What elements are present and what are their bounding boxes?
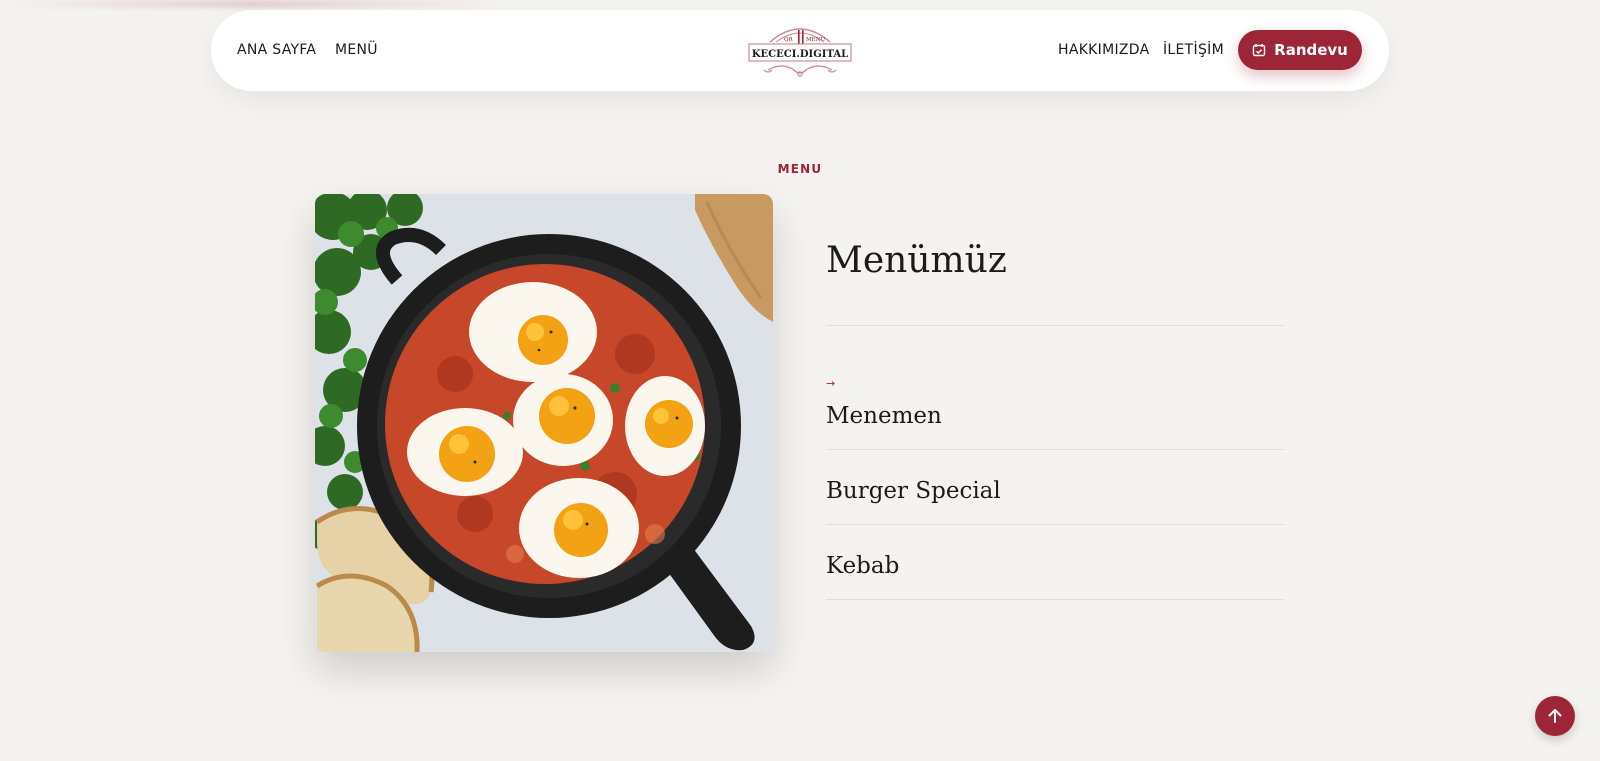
section-title: Menümüz bbox=[826, 240, 1007, 281]
appointment-button-label: Randevu bbox=[1274, 41, 1348, 59]
logo-menu-text: MENU bbox=[806, 37, 825, 43]
logo-graphic: QR MENU KECECI.DIGITAL bbox=[748, 28, 852, 77]
section-eyebrow: MENU bbox=[777, 162, 823, 176]
navbar: ANA SAYFA MENÜ QR MENU KECECI.DIGITAL HA… bbox=[211, 10, 1389, 91]
menu-item-label: Kebab bbox=[826, 553, 900, 579]
nav-link-menu[interactable]: MENÜ bbox=[335, 42, 378, 58]
menu-item-burger-special[interactable]: Burger Special bbox=[826, 449, 1285, 525]
menu-item-kebab[interactable]: Kebab bbox=[826, 524, 1285, 600]
menu-item-menemen[interactable]: Menemen bbox=[826, 374, 1285, 450]
appointment-button[interactable]: Randevu bbox=[1238, 30, 1362, 70]
top-decoration bbox=[0, 0, 500, 8]
nav-link-contact[interactable]: İLETİŞİM bbox=[1163, 42, 1224, 58]
menu-item-label: Menemen bbox=[826, 403, 942, 429]
arrow-up-icon bbox=[1548, 709, 1562, 723]
title-divider bbox=[826, 325, 1285, 326]
menemen-photo bbox=[315, 194, 773, 652]
logo-qr-text: QR bbox=[784, 37, 794, 43]
brand-logo[interactable]: QR MENU KECECI.DIGITAL bbox=[748, 20, 852, 82]
logo-name-text: KECECI.DIGITAL bbox=[752, 49, 848, 60]
menu-item-label: Burger Special bbox=[826, 478, 1001, 504]
nav-link-home[interactable]: ANA SAYFA bbox=[237, 42, 316, 58]
calendar-check-icon bbox=[1252, 44, 1266, 57]
nav-link-about[interactable]: HAKKIMIZDA bbox=[1058, 42, 1150, 58]
scroll-to-top-button[interactable] bbox=[1535, 696, 1575, 736]
